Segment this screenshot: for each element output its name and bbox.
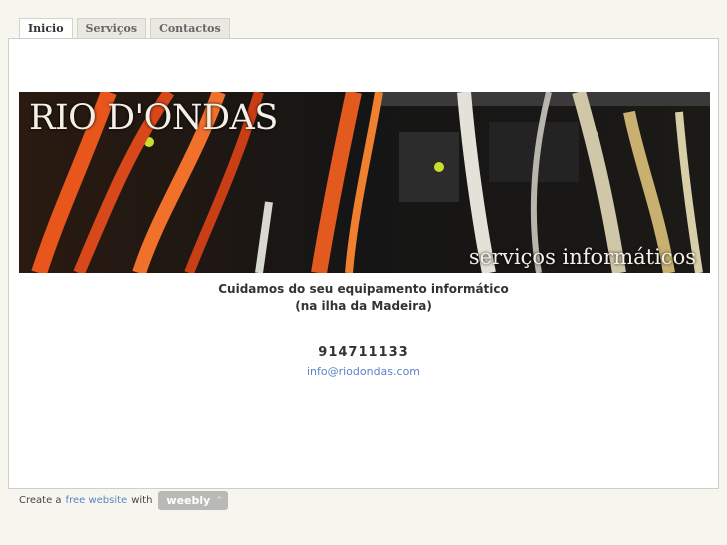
tagline-line2: (na ilha da Madeira) [295,299,432,313]
footer-prefix: Create a [19,494,62,506]
tagline-line1: Cuidamos do seu equipamento informático [218,282,509,296]
tab-inicio[interactable]: Inicio [19,18,73,39]
tab-contactos[interactable]: Contactos [150,18,230,38]
content-panel: RIO D'ONDAS serviços informáticos Cuidam… [8,38,719,489]
site-subtitle: serviços informáticos [468,245,696,269]
weebly-logo: weebly [166,493,211,507]
weebly-badge[interactable]: weebly ^ [158,490,229,510]
phone-number: 914711133 [318,345,409,360]
footer: Create a free website with weebly ^ [19,490,229,510]
free-website-link[interactable]: free website [66,495,128,506]
header-banner: RIO D'ONDAS serviços informáticos [19,92,710,273]
footer-suffix: with [131,494,153,506]
main-content: Cuidamos do seu equipamento informático … [9,281,718,379]
tab-servicos[interactable]: Serviços [76,18,147,38]
email-link[interactable]: info@riodondas.com [307,365,420,378]
nav-tabs: Inicio Serviços Contactos [19,18,230,39]
chevron-up-icon: ^ [216,496,223,504]
site-title: RIO D'ONDAS [29,98,278,138]
